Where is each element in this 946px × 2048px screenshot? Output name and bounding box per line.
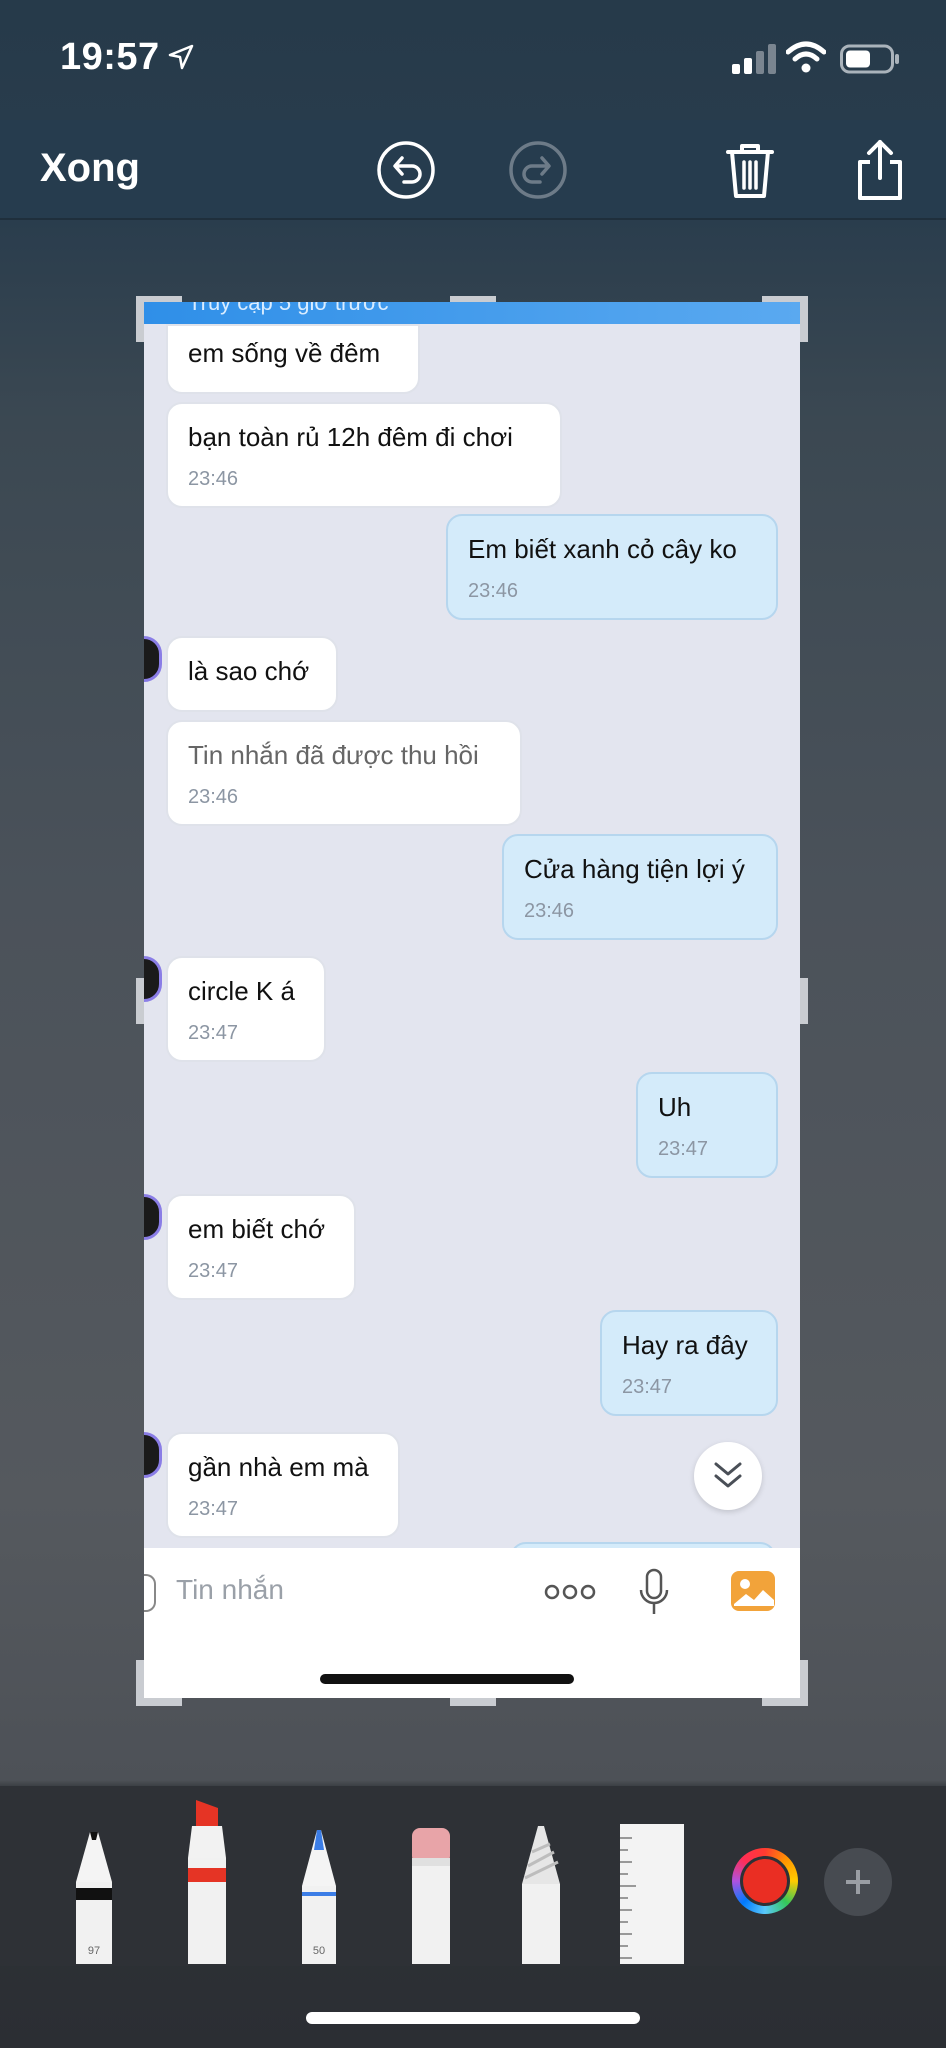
message-time: 23:46 (188, 786, 239, 808)
double-chevron-down-icon (714, 1462, 742, 1488)
message-bubble-incoming: gần nhà em mà 23:47 (166, 1432, 400, 1538)
lasso-tool-icon[interactable] (518, 1822, 564, 1964)
message-text: gần nhà em mà (188, 1452, 369, 1482)
pen-tool-icon[interactable]: 97 (70, 1824, 118, 1964)
message-time: 23:46 (468, 580, 519, 602)
message-time: 23:47 (188, 1498, 239, 1520)
message-input-bar: Tin nhắn (144, 1548, 800, 1698)
home-indicator (306, 2012, 640, 2024)
marker-tool-icon[interactable] (184, 1798, 230, 1964)
home-indicator-screenshot (320, 1674, 574, 1684)
toolbar-divider (0, 218, 946, 220)
message-bubble-outgoing: Uh 23:47 (636, 1072, 778, 1178)
crop-handle-bottom-left-v[interactable] (136, 1660, 144, 1706)
eraser-tool-icon[interactable] (408, 1824, 454, 1964)
message-bubble-incoming: em biết chớ 23:47 (166, 1194, 356, 1300)
contact-avatar[interactable] (144, 1194, 162, 1240)
crop-handle-bottom-right-v[interactable] (800, 1660, 808, 1706)
screenshot-canvas[interactable]: Truy cập 5 giờ trước em sống về đêm bạn … (144, 302, 800, 1698)
message-time: 23:46 (188, 468, 239, 490)
message-text: Uh (658, 1092, 692, 1122)
last-seen-text: Truy cập 5 giờ trước (188, 302, 389, 315)
message-input[interactable]: Tin nhắn (176, 1574, 284, 1606)
message-time: 23:47 (188, 1260, 239, 1282)
message-text: em sống về đêm (188, 338, 381, 368)
message-time: 23:47 (622, 1376, 673, 1398)
ruler-tool-icon[interactable] (618, 1822, 686, 1964)
undo-icon[interactable] (374, 138, 438, 202)
message-bubble-incoming: bạn toàn rủ 12h đêm đi chơi 23:46 (166, 402, 562, 508)
contact-avatar[interactable] (144, 956, 162, 1002)
message-text: Hay ra đây (622, 1330, 748, 1360)
message-text: Em biết xanh cỏ cây ko (468, 534, 737, 564)
more-options-icon[interactable] (544, 1582, 596, 1602)
microphone-icon[interactable] (638, 1568, 670, 1616)
contact-avatar[interactable] (144, 1432, 162, 1478)
message-time: 23:47 (658, 1138, 709, 1160)
done-button[interactable]: Xong (40, 146, 140, 191)
message-bubble-incoming: em sống về đêm (166, 324, 420, 394)
message-time: 23:47 (188, 1022, 239, 1044)
cellular-signal-icon (732, 44, 776, 74)
color-picker-button[interactable] (732, 1848, 798, 1914)
pencil-tool-icon[interactable]: 50 (296, 1824, 342, 1964)
crop-handle-left-mid[interactable] (136, 978, 144, 1024)
message-text: bạn toàn rủ 12h đêm đi chơi (188, 422, 513, 452)
scroll-to-bottom-button[interactable] (694, 1442, 762, 1510)
status-bar: 19:57 (0, 0, 946, 110)
status-time: 19:57 (60, 36, 160, 78)
sticker-icon[interactable] (144, 1574, 156, 1612)
share-icon[interactable] (848, 138, 912, 202)
trash-icon[interactable] (718, 138, 782, 202)
location-arrow-icon (168, 44, 194, 70)
message-bubble-outgoing: Cửa hàng tiện lợi ý 23:46 (502, 834, 778, 940)
crop-handle-top-right-v[interactable] (800, 296, 808, 342)
message-text: Cửa hàng tiện lợi ý (524, 854, 745, 884)
message-text: là sao chớ (188, 656, 310, 686)
crop-handle-bottom-mid[interactable] (450, 1698, 496, 1706)
crop-handle-top-left-v[interactable] (136, 296, 144, 342)
message-text: em biết chớ (188, 1214, 325, 1244)
crop-handle-right-mid[interactable] (800, 978, 808, 1024)
message-text: Tin nhắn đã được thu hồi (188, 740, 479, 770)
tool-palette: 97 50 (0, 1786, 946, 1966)
redo-icon[interactable] (506, 138, 570, 202)
message-bubble-incoming: là sao chớ (166, 636, 338, 712)
message-bubble-incoming: circle K á 23:47 (166, 956, 326, 1062)
battery-icon (840, 44, 899, 74)
message-bubble-outgoing: Em biết xanh cỏ cây ko 23:46 (446, 514, 778, 620)
pen-size-label: 97 (88, 1945, 100, 1957)
contact-avatar[interactable] (144, 636, 162, 682)
message-time: 23:46 (524, 900, 575, 922)
add-tool-button[interactable] (824, 1848, 892, 1916)
wifi-icon (786, 41, 826, 73)
message-text: circle K á (188, 976, 295, 1006)
gallery-icon[interactable] (730, 1570, 776, 1612)
message-bubble-recalled: Tin nhắn đã được thu hồi 23:46 (166, 720, 522, 826)
markup-toolbar: Xong (0, 120, 946, 220)
chat-header-strip: Truy cập 5 giờ trước (144, 302, 800, 324)
pencil-size-label: 50 (313, 1945, 325, 1957)
message-bubble-outgoing: Hay ra đây 23:47 (600, 1310, 778, 1416)
